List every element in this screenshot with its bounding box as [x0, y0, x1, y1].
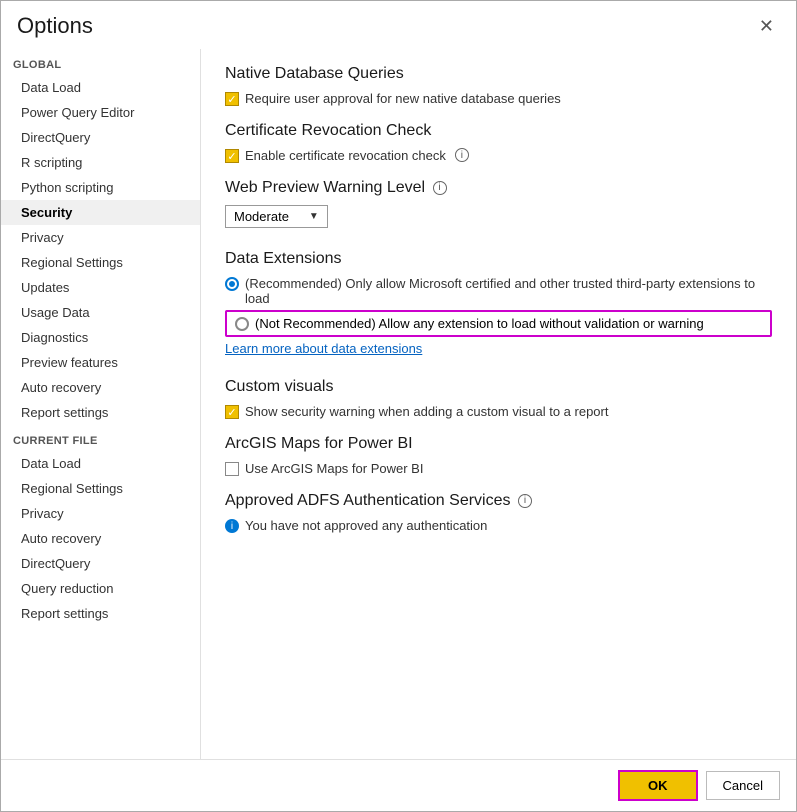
sidebar-item-security[interactable]: Security: [1, 200, 200, 225]
sidebar-item-python-scripting[interactable]: Python scripting: [1, 175, 200, 200]
ok-button[interactable]: OK: [618, 770, 698, 801]
sidebar-item-directquery-global[interactable]: DirectQuery: [1, 125, 200, 150]
sidebar-item-auto-recovery-file[interactable]: Auto recovery: [1, 526, 200, 551]
sidebar-item-power-query-editor[interactable]: Power Query Editor: [1, 100, 200, 125]
native-db-checkbox-row: ✓ Require user approval for new native d…: [225, 91, 772, 106]
adfs-title: Approved ADFS Authentication Services i: [225, 492, 772, 510]
sidebar-item-regional-settings-global[interactable]: Regional Settings: [1, 250, 200, 275]
data-extensions-recommended-row: (Recommended) Only allow Microsoft certi…: [225, 276, 772, 306]
sidebar: GLOBAL Data Load Power Query Editor Dire…: [1, 49, 201, 759]
sidebar-item-diagnostics[interactable]: Diagnostics: [1, 325, 200, 350]
cancel-button[interactable]: Cancel: [706, 771, 780, 800]
adfs-info-icon[interactable]: i: [518, 494, 532, 508]
cert-revocation-label: Enable certificate revocation check: [245, 148, 446, 163]
native-db-title: Native Database Queries: [225, 65, 772, 83]
adfs-info-blue-icon: i: [225, 519, 239, 533]
sidebar-item-directquery-file[interactable]: DirectQuery: [1, 551, 200, 576]
title-bar: Options ✕: [1, 1, 796, 39]
dialog-footer: OK Cancel: [1, 759, 796, 811]
sidebar-item-data-load-global[interactable]: Data Load: [1, 75, 200, 100]
sidebar-item-auto-recovery-global[interactable]: Auto recovery: [1, 375, 200, 400]
sidebar-item-privacy-global[interactable]: Privacy: [1, 225, 200, 250]
data-extensions-title: Data Extensions: [225, 250, 772, 268]
arcgis-checkbox[interactable]: [225, 462, 239, 476]
cert-revocation-info-icon[interactable]: i: [455, 148, 469, 162]
custom-visuals-checkbox-row: ✓ Show security warning when adding a cu…: [225, 404, 772, 419]
sidebar-item-regional-settings-file[interactable]: Regional Settings: [1, 476, 200, 501]
dialog-body: GLOBAL Data Load Power Query Editor Dire…: [1, 49, 796, 759]
arcgis-title: ArcGIS Maps for Power BI: [225, 435, 772, 453]
cert-revocation-checkbox[interactable]: ✓: [225, 149, 239, 163]
data-extensions-recommended-radio[interactable]: [225, 277, 239, 291]
data-extensions-not-recommended-radio[interactable]: [235, 317, 249, 331]
sidebar-item-updates[interactable]: Updates: [1, 275, 200, 300]
web-preview-info-icon[interactable]: i: [433, 181, 447, 195]
data-extensions-not-recommended-box: (Not Recommended) Allow any extension to…: [225, 310, 772, 337]
global-section-label: GLOBAL: [1, 49, 200, 75]
adfs-info-row: i You have not approved any authenticati…: [225, 518, 772, 533]
web-preview-value: Moderate: [234, 209, 289, 224]
adfs-info-label: You have not approved any authentication: [245, 518, 487, 533]
options-dialog: Options ✕ GLOBAL Data Load Power Query E…: [0, 0, 797, 812]
web-preview-dropdown[interactable]: Moderate ▼: [225, 205, 328, 228]
custom-visuals-label: Show security warning when adding a cust…: [245, 404, 608, 419]
custom-visuals-title: Custom visuals: [225, 378, 772, 396]
main-content: Native Database Queries ✓ Require user a…: [201, 49, 796, 759]
sidebar-item-report-settings-global[interactable]: Report settings: [1, 400, 200, 425]
cert-revocation-checkbox-row: ✓ Enable certificate revocation check i: [225, 148, 772, 163]
web-preview-title: Web Preview Warning Level i: [225, 179, 772, 197]
current-file-section-label: CURRENT FILE: [1, 425, 200, 451]
cert-revocation-title: Certificate Revocation Check: [225, 122, 772, 140]
data-extensions-link[interactable]: Learn more about data extensions: [225, 341, 422, 356]
sidebar-item-preview-features[interactable]: Preview features: [1, 350, 200, 375]
arcgis-label: Use ArcGIS Maps for Power BI: [245, 461, 423, 476]
close-button[interactable]: ✕: [753, 15, 780, 37]
sidebar-item-query-reduction[interactable]: Query reduction: [1, 576, 200, 601]
sidebar-item-privacy-file[interactable]: Privacy: [1, 501, 200, 526]
native-db-checkbox[interactable]: ✓: [225, 92, 239, 106]
dialog-title: Options: [17, 13, 93, 39]
sidebar-item-r-scripting[interactable]: R scripting: [1, 150, 200, 175]
sidebar-item-data-load-file[interactable]: Data Load: [1, 451, 200, 476]
custom-visuals-checkbox[interactable]: ✓: [225, 405, 239, 419]
native-db-label: Require user approval for new native dat…: [245, 91, 561, 106]
sidebar-item-usage-data[interactable]: Usage Data: [1, 300, 200, 325]
data-extensions-not-recommended-label: (Not Recommended) Allow any extension to…: [255, 316, 704, 331]
chevron-down-icon: ▼: [309, 211, 319, 222]
data-extensions-recommended-label: (Recommended) Only allow Microsoft certi…: [245, 276, 772, 306]
sidebar-item-report-settings-file[interactable]: Report settings: [1, 601, 200, 626]
arcgis-checkbox-row: Use ArcGIS Maps for Power BI: [225, 461, 772, 476]
